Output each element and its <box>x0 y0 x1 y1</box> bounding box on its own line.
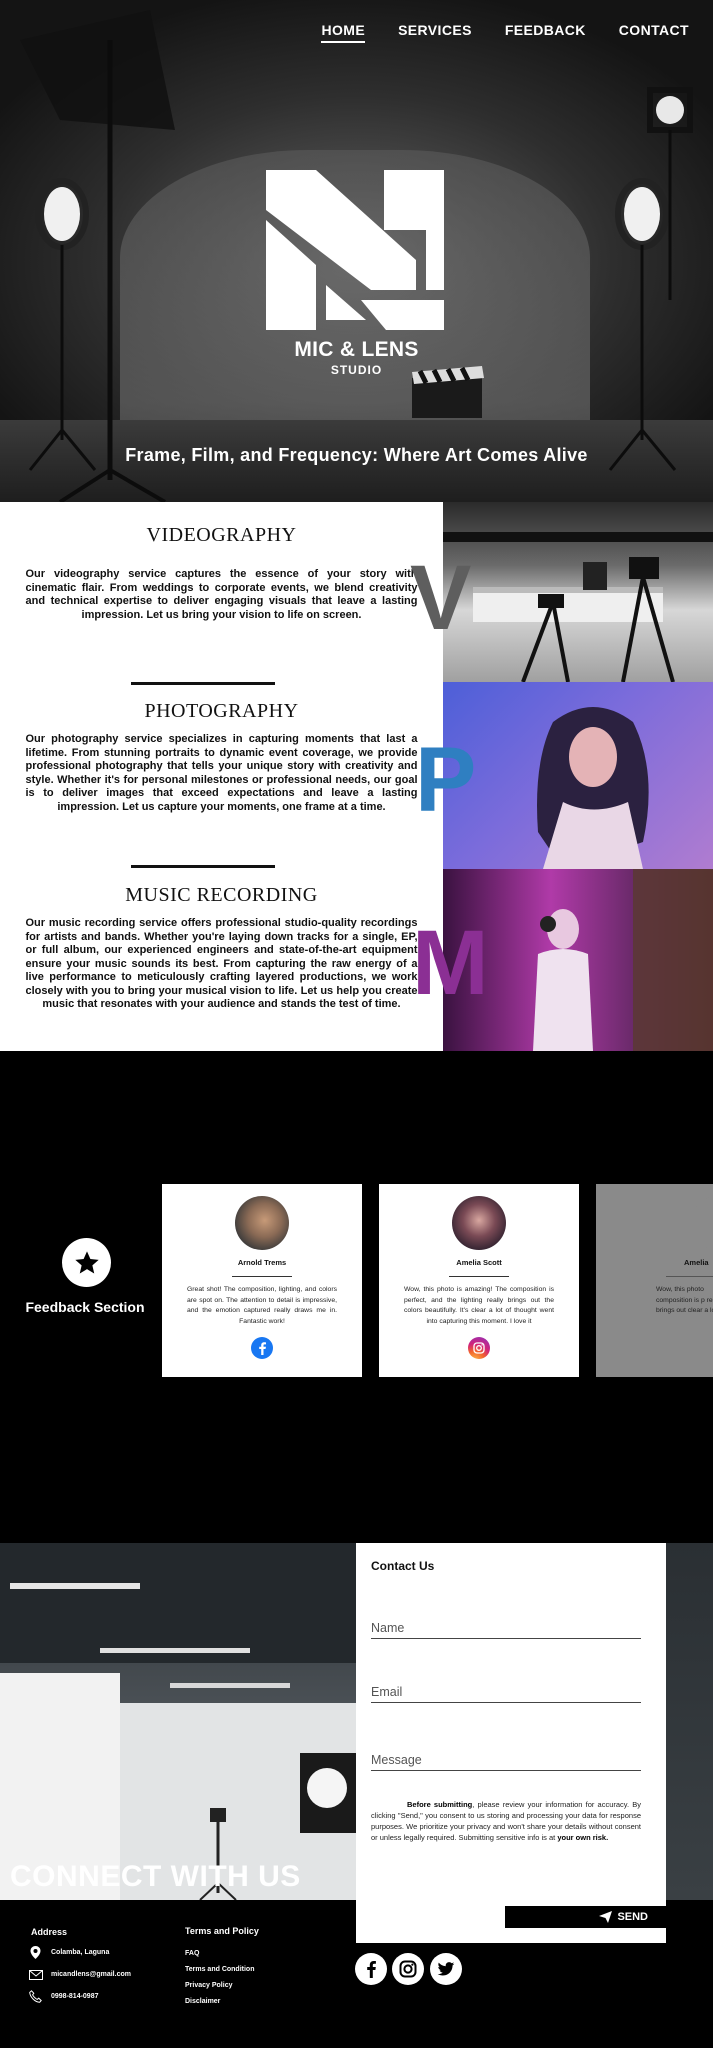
music-letter: M <box>412 912 489 1014</box>
feedback-card-partial: Amelia Wow, this photo composition is p … <box>596 1184 713 1377</box>
name-field[interactable]: Name <box>371 1621 641 1639</box>
email-text[interactable]: micandlens@gmail.com <box>51 1971 131 1978</box>
hero-section: HOME SERVICES FEEDBACK CONTACT MIC & LEN… <box>0 0 713 502</box>
nav-home-link[interactable]: HOME <box>321 22 366 43</box>
consent-notice: Before submitting, please review your in… <box>371 1799 641 1843</box>
feedback-section: Feedback Section Arnold Trems Great shot… <box>0 1051 713 1543</box>
service-photography: PHOTOGRAPHY Our photography service spec… <box>0 700 443 814</box>
service-music-recording: MUSIC RECORDING Our music recording serv… <box>0 884 443 1012</box>
feedback-heading: Feedback Section <box>25 1299 145 1315</box>
terms-heading: Terms and Policy <box>185 1926 259 1936</box>
nav-feedback-link[interactable]: FEEDBACK <box>505 22 586 43</box>
brand-logo-mark <box>266 170 444 330</box>
email-field[interactable]: Email <box>371 1685 641 1703</box>
phone-text[interactable]: 0998-814-0987 <box>51 1993 99 2000</box>
instagram-icon[interactable] <box>392 1953 424 1985</box>
phone-row: 0998-814-0987 <box>28 1989 99 2004</box>
brand-name: MIC & LENS <box>294 338 419 361</box>
videography-image <box>443 502 713 682</box>
consent-tail: your own risk. <box>557 1833 609 1842</box>
facebook-icon[interactable] <box>355 1953 387 1985</box>
avatar <box>452 1196 506 1250</box>
reviewer-name: Amelia Scott <box>456 1258 502 1267</box>
photography-image <box>443 682 713 869</box>
twitter-icon[interactable] <box>430 1953 462 1985</box>
star-icon <box>62 1238 111 1287</box>
nav-services-link[interactable]: SERVICES <box>398 22 472 43</box>
service-title: PHOTOGRAPHY <box>144 700 299 722</box>
divider <box>131 682 275 685</box>
avatar <box>691 1196 713 1250</box>
message-field[interactable]: Message <box>371 1753 641 1771</box>
divider <box>666 1276 713 1277</box>
address-heading: Address <box>31 1927 68 1937</box>
facebook-icon[interactable] <box>251 1337 273 1359</box>
reviewer-name: Amelia <box>684 1258 709 1267</box>
reviewer-name: Arnold Trems <box>237 1258 287 1267</box>
instagram-icon[interactable] <box>468 1337 490 1359</box>
service-title: VIDEOGRAPHY <box>146 524 297 546</box>
divider <box>131 865 275 868</box>
review-text: Great shot! The composition, lighting, a… <box>187 1286 337 1325</box>
divider <box>449 1276 509 1277</box>
email-row: micandlens@gmail.com <box>28 1967 131 1982</box>
videography-letter: V <box>410 547 472 649</box>
send-icon <box>599 1911 613 1923</box>
consent-lead: Before submitting <box>407 1800 473 1809</box>
phone-icon <box>28 1989 43 2004</box>
feedback-card: Arnold Trems Great shot! The composition… <box>162 1184 362 1377</box>
location-pin-icon <box>28 1945 43 1960</box>
service-description: Our videography service captures the ess… <box>25 568 418 621</box>
address-text: Colamba, Laguna <box>51 1949 110 1956</box>
service-description: Our photography service specializes in c… <box>25 733 418 813</box>
disclaimer-link[interactable]: Disclaimer <box>185 1998 220 2005</box>
feedback-card: Amelia Scott Wow, this photo is amazing!… <box>379 1184 579 1377</box>
review-text: Wow, this photo is amazing! The composit… <box>404 1286 554 1325</box>
brand-subtitle: STUDIO <box>330 363 383 377</box>
studio-photo <box>0 1543 356 1900</box>
privacy-link[interactable]: Privacy Policy <box>185 1982 232 1989</box>
divider <box>232 1276 292 1277</box>
send-button[interactable]: SEND <box>505 1906 666 1928</box>
hero-tagline: Frame, Film, and Frequency: Where Art Co… <box>125 445 588 465</box>
main-nav: HOME SERVICES FEEDBACK CONTACT <box>321 22 689 43</box>
terms-link[interactable]: Terms and Condition <box>185 1966 254 1973</box>
review-text: Wow, this photo composition is p really … <box>656 1286 713 1314</box>
photography-letter: P <box>415 729 477 831</box>
nav-contact-link[interactable]: CONTACT <box>619 22 689 43</box>
service-title: MUSIC RECORDING <box>125 884 318 906</box>
contact-form-title: Contact Us <box>371 1559 435 1573</box>
address-row: Colamba, Laguna <box>28 1945 109 1960</box>
service-description: Our music recording service offers profe… <box>25 917 418 1010</box>
faq-link[interactable]: FAQ <box>185 1950 199 1957</box>
avatar <box>235 1196 289 1250</box>
service-videography: VIDEOGRAPHY Our videography service capt… <box>0 524 443 622</box>
contact-form: Contact Us Name Email Message Before sub… <box>356 1543 666 1943</box>
services-section: VIDEOGRAPHY Our videography service capt… <box>0 502 713 1051</box>
send-label: SEND <box>617 1911 648 1923</box>
mail-icon <box>28 1967 43 1982</box>
connect-banner: CONNECT WITH US <box>10 1860 301 1893</box>
